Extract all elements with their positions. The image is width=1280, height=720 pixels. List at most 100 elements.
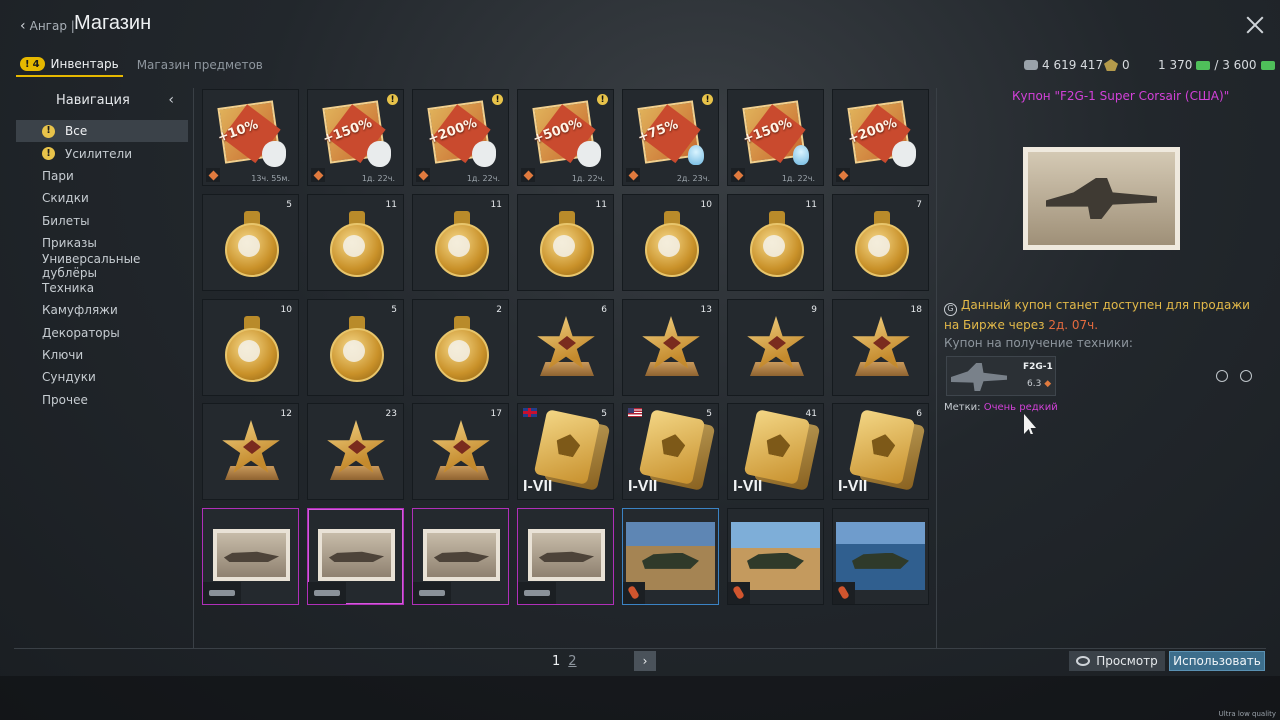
inventory-tile[interactable] (517, 508, 614, 605)
navigation-title: Навигация (56, 92, 130, 108)
page-title: Магазин (74, 12, 152, 34)
lion-emblem-icon (343, 235, 365, 257)
expiry-timer: 1д. 22ч. (361, 174, 395, 183)
inventory-tile[interactable]: 11 (412, 194, 509, 291)
item-count: 9 (811, 305, 817, 315)
nav-item[interactable]: Скидки (16, 187, 188, 209)
nav-item[interactable]: Ключи (16, 344, 188, 366)
inventory-tile[interactable]: +500%! 1д. 22ч. (517, 89, 614, 186)
nav-item[interactable]: Камуфляжи (16, 299, 188, 321)
close-icon[interactable] (1244, 14, 1266, 36)
inventory-tile[interactable]: I-VII 5 (622, 403, 719, 500)
inventory-tile[interactable]: +200% (832, 89, 929, 186)
inventory-tile[interactable]: 23 (307, 403, 404, 500)
inventory-tile[interactable] (727, 508, 824, 605)
inventory-tile[interactable]: 9 (727, 299, 824, 396)
page-current[interactable]: 1 (552, 654, 560, 669)
medal-icon (853, 211, 911, 277)
inventory-tile[interactable]: 11 (517, 194, 614, 291)
inventory-tile[interactable]: +10% 13ч. 55м. (202, 89, 299, 186)
alert-icon: ! (492, 94, 503, 105)
lion-emblem-icon (553, 235, 575, 257)
vehicle-type-icon (518, 582, 556, 604)
lion-emblem-icon (448, 235, 470, 257)
inventory-tile[interactable]: 12 (202, 403, 299, 500)
navigation-list: ! Все! Усилители Пари Скидки Билеты Приказы Уни… (16, 120, 188, 411)
item-count: 11 (595, 200, 607, 210)
inventory-tile[interactable]: 13 (622, 299, 719, 396)
nav-item[interactable]: Техника (16, 277, 188, 299)
inventory-tile[interactable]: 11 (727, 194, 824, 291)
gold-cap: / 3 600 (1214, 58, 1257, 72)
back-to-hangar-link[interactable]: ‹ Ангар | (20, 18, 75, 34)
inventory-tile[interactable] (622, 508, 719, 605)
star-pedestal (750, 362, 804, 376)
nav-item[interactable]: Пари (16, 165, 188, 187)
page-next[interactable]: 2 (568, 654, 576, 669)
item-count: 12 (280, 409, 292, 419)
nav-item[interactable]: Декораторы (16, 322, 188, 344)
inventory-tile[interactable]: +150%! 1д. 22ч. (307, 89, 404, 186)
marketplace-icon[interactable] (1240, 370, 1252, 382)
item-count: 5 (601, 409, 607, 419)
inventory-tile[interactable] (202, 508, 299, 605)
silver-lion-icon (577, 141, 601, 167)
inventory-tile[interactable] (307, 508, 404, 605)
preview-vehicle-icon[interactable] (1216, 370, 1228, 382)
preview-button[interactable]: Просмотр (1069, 651, 1165, 671)
inventory-tile[interactable]: 5 (307, 299, 404, 396)
inventory-tile[interactable]: I-VII 5 (517, 403, 614, 500)
nav-item[interactable]: ! Все (16, 120, 188, 143)
item-count: 11 (490, 200, 502, 210)
golden-eagles-icon (1260, 60, 1275, 70)
alert-count-badge: ! 4 (20, 57, 45, 71)
tier-range: I-VII (838, 478, 868, 495)
inventory-tile[interactable]: 10 (622, 194, 719, 291)
vehicle-silhouette (223, 551, 280, 563)
inventory-tile[interactable]: 6 (517, 299, 614, 396)
camouflage-scene (836, 522, 925, 590)
research-bulb-icon (793, 145, 809, 165)
nav-item[interactable]: Билеты (16, 210, 188, 232)
inventory-tile[interactable]: I-VII 41 (727, 403, 824, 500)
medal-icon (643, 211, 701, 277)
gold-balance[interactable]: 1 370 / 3 600 (1158, 58, 1275, 72)
vehicle-name: F2G-1 (1023, 362, 1053, 372)
inventory-tile[interactable]: +200%! 1д. 22ч. (412, 89, 509, 186)
vehicle-silhouette (747, 552, 804, 569)
item-sale-info: G Данный купон станет доступен для продаж… (944, 296, 1264, 334)
nav-item[interactable]: ! Усилители (16, 142, 188, 164)
collapse-nav-icon[interactable]: ‹ (168, 92, 188, 108)
inventory-tile[interactable]: 18 (832, 299, 929, 396)
expiry-timer: 13ч. 55м. (251, 174, 290, 183)
vehicle-card[interactable]: F2G-1 6.3 ◆ (946, 356, 1056, 396)
eagles-balance: 0 (1104, 58, 1130, 72)
inventory-tile[interactable]: 5 (202, 194, 299, 291)
inventory-tile[interactable]: 17 (412, 403, 509, 500)
item-count: 41 (805, 409, 817, 419)
inventory-tile[interactable] (832, 508, 929, 605)
inventory-tile[interactable]: +150% 1д. 22ч. (727, 89, 824, 186)
inventory-tile[interactable]: 2 (412, 299, 509, 396)
nav-item[interactable]: Универсальные дублёры (16, 252, 188, 280)
inventory-tile[interactable]: 7 (832, 194, 929, 291)
vehicle-actions (1216, 370, 1252, 382)
inventory-tile[interactable] (412, 508, 509, 605)
tier-range: I-VII (523, 478, 553, 495)
use-label: Использовать (1173, 654, 1261, 668)
inventory-tile[interactable]: 11 (307, 194, 404, 291)
vehicle-type-icon (308, 582, 346, 604)
tags-value: Очень редкий (983, 402, 1058, 413)
inventory-tile[interactable]: I-VII 6 (832, 403, 929, 500)
item-preview-image (1023, 147, 1180, 250)
nav-item[interactable]: Прочее (16, 389, 188, 411)
tab-inventory[interactable]: ! 4 Инвентарь (16, 57, 123, 77)
item-count: 10 (280, 305, 292, 315)
inventory-tile[interactable]: 10 (202, 299, 299, 396)
inventory-tile[interactable]: +75%! 2д. 23ч. (622, 89, 719, 186)
next-page-button[interactable]: › (634, 651, 656, 671)
item-count: 23 (385, 409, 397, 419)
use-button[interactable]: Использовать (1169, 651, 1265, 671)
nav-item[interactable]: Сундуки (16, 366, 188, 388)
tab-item-shop[interactable]: Магазин предметов (133, 58, 267, 76)
